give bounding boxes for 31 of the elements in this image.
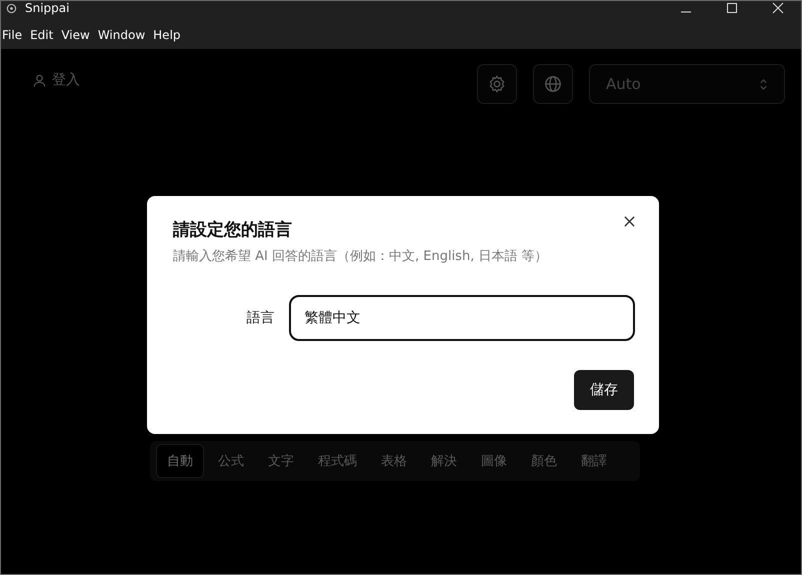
- save-button[interactable]: 儲存: [574, 370, 634, 410]
- tab[interactable]: 文字: [258, 445, 304, 477]
- language-button[interactable]: [533, 64, 573, 104]
- tab[interactable]: 表格: [371, 445, 417, 477]
- tab[interactable]: 程式碼: [308, 445, 367, 477]
- field-label: 語言: [246, 309, 275, 327]
- tab[interactable]: 自動: [156, 444, 204, 478]
- menu-item[interactable]: File: [1, 28, 28, 42]
- tab[interactable]: 公式: [208, 445, 254, 477]
- tab[interactable]: 解決: [421, 445, 467, 477]
- tab[interactable]: 圖像: [471, 445, 517, 477]
- chevron-up-down-icon: [759, 78, 768, 90]
- user-icon: [33, 74, 46, 86]
- menu-item[interactable]: Window: [96, 28, 152, 42]
- globe-icon: [544, 75, 562, 93]
- window-title: Snippai: [25, 1, 70, 16]
- mode-select[interactable]: Auto: [589, 64, 785, 104]
- dialog-description: 請輸入您希望 AI 回答的語言（例如：中文, English, 日本語 等）: [173, 248, 548, 265]
- menu-item[interactable]: View: [60, 28, 96, 42]
- close-icon[interactable]: [624, 216, 635, 227]
- maximize-icon[interactable]: [726, 2, 738, 14]
- login-button[interactable]: 登入: [33, 71, 80, 89]
- dialog-title: 請設定您的語言: [173, 219, 293, 241]
- menu-item[interactable]: Edit: [29, 28, 60, 42]
- app-icon: [6, 3, 17, 14]
- language-input-field[interactable]: 繁體中文: [288, 295, 635, 341]
- tab[interactable]: 顏色: [521, 445, 567, 477]
- menu-item[interactable]: Help: [152, 28, 187, 42]
- tab[interactable]: 翻譯: [571, 445, 617, 477]
- settings-button[interactable]: [477, 64, 517, 104]
- settings-icon: [488, 75, 506, 93]
